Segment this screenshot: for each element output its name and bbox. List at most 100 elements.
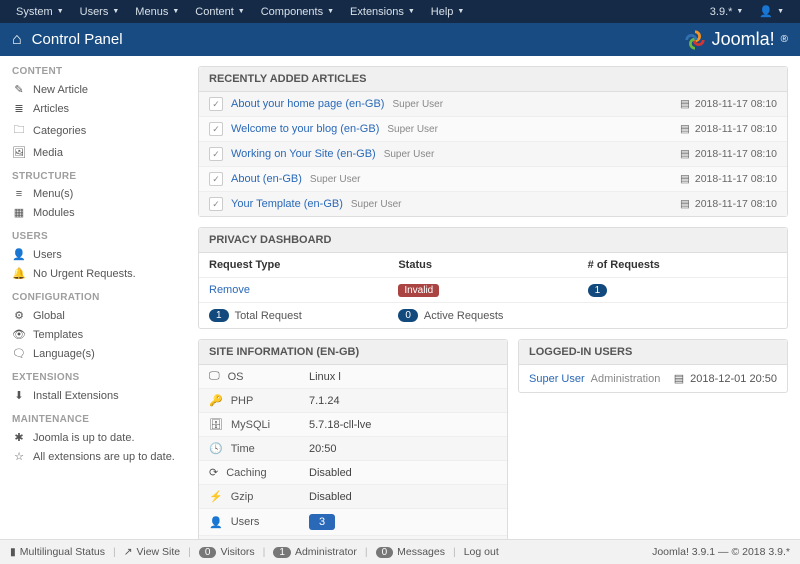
article-link[interactable]: Welcome to your blog (en-GB) (231, 123, 379, 135)
footer-bar: ▮Multilingual Status | ↗View Site | 0Vis… (0, 539, 800, 564)
multilingual-status[interactable]: ▮Multilingual Status (10, 546, 105, 558)
checkbox-icon[interactable]: ✓ (209, 197, 223, 211)
article-date: ▤2018-11-17 08:10 (680, 98, 777, 110)
article-link[interactable]: Your Template (en-GB) (231, 198, 343, 210)
info-icon: 🔑 (209, 394, 223, 407)
article-row: ✓About (en-GB)Super User▤2018-11-17 08:1… (199, 167, 787, 192)
info-icon: 🗄 (209, 418, 223, 431)
sidebar-icon: ✱ (12, 431, 26, 444)
sidebar-heading: CONFIGURATION (12, 292, 188, 303)
privacy-summary: 1Total Request 0Active Requests (199, 303, 787, 328)
sidebar-item[interactable]: ⚙Global (12, 306, 188, 325)
user-icon: 👤 (759, 5, 773, 18)
sidebar-heading: USERS (12, 231, 188, 242)
sidebar-item[interactable]: ≡Menu(s) (12, 185, 188, 203)
menu-content[interactable]: Content▼ (187, 6, 252, 18)
checkbox-icon[interactable]: ✓ (209, 172, 223, 186)
sidebar-icon: 🔔 (12, 267, 26, 280)
article-author: Super User (387, 124, 438, 135)
sidebar-heading: STRUCTURE (12, 171, 188, 182)
menu-users[interactable]: Users▼ (72, 6, 128, 18)
article-link[interactable]: Working on Your Site (en-GB) (231, 148, 376, 160)
count-badge: 1 (588, 284, 608, 297)
count-badge[interactable]: 3 (309, 514, 335, 530)
sidebar-item[interactable]: ▦Modules (12, 203, 188, 222)
checkbox-icon[interactable]: ✓ (209, 122, 223, 136)
caret-down-icon: ▼ (408, 8, 415, 15)
sidebar-icon: ✎ (12, 83, 26, 96)
checkbox-icon[interactable]: ✓ (209, 147, 223, 161)
caret-down-icon: ▼ (238, 8, 245, 15)
control-panel-bar: ⌂ Control Panel Joomla!® (0, 23, 800, 56)
home-icon: ⌂ (12, 32, 22, 48)
article-date: ▤2018-11-17 08:10 (680, 198, 777, 210)
article-author: Super User (351, 199, 402, 210)
calendar-icon: ▤ (680, 123, 690, 135)
sidebar-item[interactable]: ☆All extensions are up to date. (12, 447, 188, 466)
sidebar-item[interactable]: ✎New Article (12, 80, 188, 99)
messages-count[interactable]: 0Messages (376, 546, 445, 558)
logout-link[interactable]: Log out (464, 546, 499, 558)
checkbox-icon[interactable]: ✓ (209, 97, 223, 111)
module-header: LOGGED-IN USERS (519, 340, 787, 365)
calendar-icon: ▤ (674, 372, 684, 385)
menu-menus[interactable]: Menus▼ (127, 6, 187, 18)
menu-components[interactable]: Components▼ (253, 6, 342, 18)
site-info-row: 👤Users3 (199, 509, 507, 536)
article-row: ✓ Welcome to your blog (en-GB) Super User ▤… (199, 117, 787, 142)
sidebar-icon: ▦ (12, 206, 26, 219)
privacy-table-header: Request TypeStatus# of Requests (199, 253, 787, 278)
sidebar-item[interactable]: ≣Articles (12, 99, 188, 118)
module-header: RECENTLY ADDED ARTICLES (199, 67, 787, 92)
site-info-row: 🗄MySQLi5.7.18-cll-lve (199, 413, 507, 437)
menu-help[interactable]: Help▼ (423, 6, 473, 18)
sidebar-item[interactable]: 👁Templates (12, 325, 188, 344)
menu-extensions[interactable]: Extensions▼ (342, 6, 423, 18)
privacy-type-link[interactable]: Remove (209, 284, 250, 296)
sidebar-item[interactable]: 👤Users (12, 245, 188, 264)
sidebar-icon: ☆ (12, 450, 26, 463)
sidebar-item[interactable]: ✱Joomla is up to date. (12, 428, 188, 447)
logged-in-users-module: LOGGED-IN USERS Super User Administratio… (518, 339, 788, 393)
user-menu[interactable]: 👤▼ (751, 5, 792, 18)
sidebar-item[interactable]: 🖼Media (12, 143, 188, 162)
view-site[interactable]: ↗View Site (124, 546, 180, 558)
caret-down-icon: ▼ (457, 8, 464, 15)
sidebar-item[interactable]: 🗨Language(s) (12, 344, 188, 363)
sidebar-icon: ≡ (12, 188, 26, 200)
article-author: Super User (392, 99, 443, 110)
article-row: ✓Working on Your Site (en-GB)Super User▤… (199, 142, 787, 167)
sidebar-item[interactable]: 🔔No Urgent Requests. (12, 264, 188, 283)
user-link[interactable]: Super User (529, 373, 585, 385)
sidebar-icon: 🗀 (12, 121, 26, 140)
info-icon: ⟳ (209, 466, 218, 479)
sidebar-item[interactable]: 🗀Categories (12, 118, 188, 143)
page-title: Control Panel (32, 31, 123, 48)
article-link[interactable]: About (en-GB) (231, 173, 302, 185)
version-menu[interactable]: 3.9.*▼ (702, 6, 752, 18)
top-menu-bar: System▼Users▼Menus▼Content▼Components▼Ex… (0, 0, 800, 23)
article-row: ✓ Your Template (en-GB) Super User ▤2018-11… (199, 192, 787, 216)
article-link[interactable]: About your home page (en-GB) (231, 98, 384, 110)
brand-logo[interactable]: Joomla!® (684, 29, 788, 51)
module-header: PRIVACY DASHBOARD (199, 228, 787, 253)
menu-system[interactable]: System▼ (8, 6, 72, 18)
sidebar-icon: ⚙ (12, 309, 26, 322)
sidebar-item[interactable]: ⬇Install Extensions (12, 386, 188, 405)
visitors-count[interactable]: 0Visitors (199, 546, 255, 558)
footer-version: Joomla! 3.9.1 — © 2018 3.9.* (652, 546, 790, 558)
sidebar-icon: 👤 (12, 248, 26, 261)
caret-down-icon: ▼ (327, 8, 334, 15)
external-icon: ↗ (124, 546, 133, 558)
privacy-row: Remove Invalid 1 (199, 278, 787, 303)
sidebar-icon: 🗨 (12, 347, 26, 360)
flag-icon: ▮ (10, 546, 16, 558)
sidebar-heading: MAINTENANCE (12, 414, 188, 425)
admin-count[interactable]: 1Administrator (273, 546, 356, 558)
site-info-module: SITE INFORMATION (EN-GB) 🖵OSLinux l🔑PHP7… (198, 339, 508, 539)
status-badge: Invalid (398, 284, 439, 297)
sidebar-heading: CONTENT (12, 66, 188, 77)
joomla-icon (684, 29, 706, 51)
caret-down-icon: ▼ (112, 8, 119, 15)
content-area: RECENTLY ADDED ARTICLES ✓ About your home… (188, 56, 800, 539)
